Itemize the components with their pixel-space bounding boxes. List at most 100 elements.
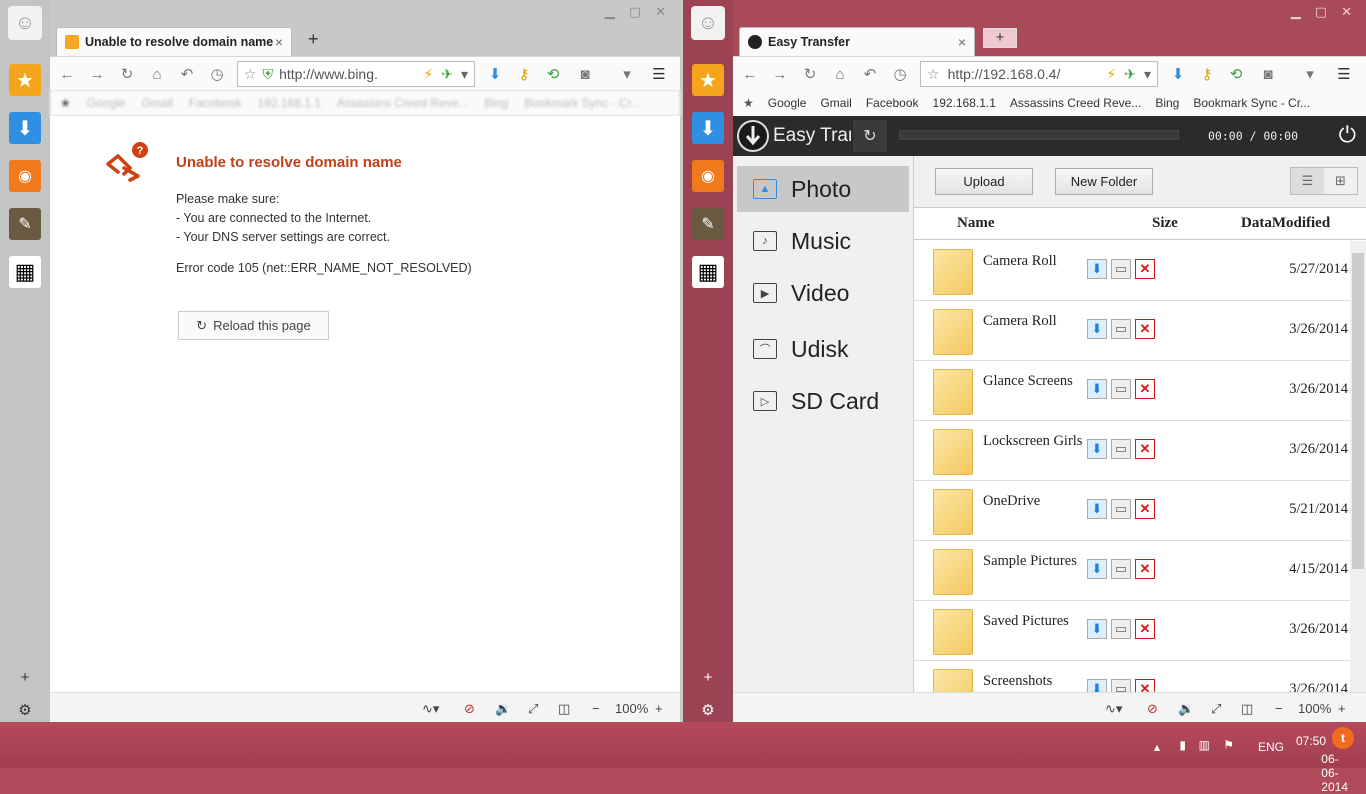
settings-gear-icon[interactable]: ⚙ [17,703,33,719]
column-size[interactable]: Size [1152,215,1178,232]
bookmark-item[interactable]: 192.168.1.1 [933,96,996,110]
file-name[interactable]: Sample Pictures [983,551,1083,571]
file-row[interactable]: Saved Pictures ⬇ ▭ ✕ 3/26/2014 [914,601,1350,661]
key-icon[interactable]: ⚷ [1198,66,1216,84]
bookmark-item[interactable]: Gmail [820,96,851,110]
add-icon[interactable]: + [700,670,716,686]
dropdown-icon[interactable]: ▾ [1144,66,1151,83]
delete-file-icon[interactable]: ✕ [1135,379,1155,399]
category-udisk[interactable]: ⌒ Udisk [737,326,909,372]
forward-icon[interactable]: → [88,66,106,84]
reload-page-button[interactable]: ↻ Reload this page [178,311,329,340]
address-bar[interactable]: ☆ http://192.168.0.4/ ⚡ ✈ ▾ [920,61,1158,87]
language-indicator[interactable]: ENG [1258,740,1284,754]
bookmark-item[interactable]: Bookmark Sync - Cr... [1193,96,1310,110]
bookmark-item[interactable]: 192.168.1.1 [258,96,321,110]
camera-icon[interactable]: ◙ [1259,66,1277,84]
bookmark-item[interactable]: Bookmark Sync - Cr... [524,96,641,110]
address-bar[interactable]: ☆ ⛨ http://www.bing. ⚡ ✈ ▾ [237,61,475,87]
network-icon[interactable]: ▥ [1199,738,1210,752]
bookmark-item[interactable]: Facebook [189,96,242,110]
fullscreen-icon[interactable]: ⤢ [1211,701,1221,717]
bookmark-star-icon[interactable]: ☆ [927,66,940,83]
activity-icon[interactable]: ∿▾ [1105,701,1122,717]
back-icon[interactable]: ← [741,66,759,84]
bookmark-item[interactable]: Google [768,96,807,110]
minimize-icon[interactable]: ▁ [605,4,615,20]
home-icon[interactable]: ⌂ [148,66,166,84]
new-tab-button[interactable]: + [308,29,319,50]
app-refresh-icon[interactable]: ↻ [853,120,887,152]
qr-code-icon[interactable]: ▦ [692,256,724,288]
tab-active[interactable]: Unable to resolve domain name × [56,27,292,56]
forward-icon[interactable]: → [771,66,789,84]
bookmark-item[interactable]: Facebook [866,96,919,110]
power-icon[interactable]: ⏻ [1339,122,1356,148]
rename-file-icon[interactable]: ▭ [1111,379,1131,399]
download-file-icon[interactable]: ⬇ [1087,499,1107,519]
rename-file-icon[interactable]: ▭ [1111,439,1131,459]
download-file-icon[interactable]: ⬇ [1087,679,1107,692]
maxthon-face-icon[interactable]: ☺ [8,6,42,40]
more-icon[interactable]: ▾ [1301,66,1319,84]
column-modified[interactable]: DataModified [1241,215,1330,232]
zoom-in-icon[interactable]: + [1338,701,1346,716]
bookmark-item[interactable]: Assassins Creed Reve... [337,96,468,110]
refresh-icon[interactable]: ↻ [801,66,819,84]
close-tab-icon[interactable]: × [275,34,283,50]
download-icon[interactable]: ⬇ [692,112,724,144]
favorites-star-icon[interactable]: ★ [9,64,41,96]
maximize-icon[interactable]: ▢ [629,4,641,20]
bookmark-star-icon[interactable]: ☆ [244,66,257,83]
bookmarks-star-icon[interactable]: ★ [60,96,71,110]
notes-icon[interactable]: ✎ [9,208,41,240]
rename-file-icon[interactable]: ▭ [1111,679,1131,692]
column-name[interactable]: Name [957,215,995,232]
file-row[interactable]: Lockscreen Girls ⬇ ▭ ✕ 3/26/2014 [914,421,1350,481]
bookmark-item[interactable]: Bing [1155,96,1179,110]
category-music[interactable]: ♪ Music [737,218,909,264]
bookmark-item[interactable]: Assassins Creed Reve... [1010,96,1141,110]
download-file-icon[interactable]: ⬇ [1087,379,1107,399]
upload-button[interactable]: Upload [935,168,1033,195]
split-view-icon[interactable]: ◫ [558,701,570,717]
history-icon[interactable]: ◷ [891,66,909,84]
dropdown-icon[interactable]: ▾ [461,66,468,83]
file-name[interactable]: OneDrive [983,491,1083,511]
rename-file-icon[interactable]: ▭ [1111,619,1131,639]
delete-file-icon[interactable]: ✕ [1135,259,1155,279]
battery-icon[interactable]: ▮ [1179,738,1186,752]
download-icon[interactable]: ⬇ [9,112,41,144]
pin-icon[interactable]: ✈ [441,66,453,83]
close-window-icon[interactable]: ✕ [1341,4,1352,20]
file-name[interactable]: Glance Screens [983,371,1083,391]
new-tab-button[interactable]: + [983,28,1017,48]
action-center-icon[interactable]: ⚑ [1223,738,1234,752]
rename-file-icon[interactable]: ▭ [1111,319,1131,339]
download-manager-icon[interactable]: ⬇ [486,66,504,84]
file-row[interactable]: Camera Roll ⬇ ▭ ✕ 3/26/2014 [914,301,1350,361]
delete-file-icon[interactable]: ✕ [1135,499,1155,519]
delete-file-icon[interactable]: ✕ [1135,439,1155,459]
adblock-icon[interactable]: ⊘ [1147,701,1158,717]
show-hidden-icons-icon[interactable]: ▴ [1154,740,1160,754]
file-name[interactable]: Saved Pictures [983,611,1083,631]
notes-icon[interactable]: ✎ [692,208,724,240]
menu-icon[interactable]: ☰ [1335,66,1353,84]
history-icon[interactable]: ◷ [208,66,226,84]
add-icon[interactable]: + [17,670,33,686]
bookmark-item[interactable]: Bing [484,96,508,110]
file-row[interactable]: Camera Roll ⬇ ▭ ✕ 5/27/2014 [914,241,1350,301]
sync-icon[interactable]: ⟲ [544,66,562,84]
maximize-icon[interactable]: ▢ [1315,4,1327,20]
file-name[interactable]: Camera Roll [983,311,1083,331]
favorites-star-icon[interactable]: ★ [692,64,724,96]
rss-icon[interactable]: ◉ [692,160,724,192]
sync-icon[interactable]: ⟲ [1227,66,1245,84]
delete-file-icon[interactable]: ✕ [1135,319,1155,339]
file-name[interactable]: Camera Roll [983,251,1083,271]
download-file-icon[interactable]: ⬇ [1087,619,1107,639]
key-icon[interactable]: ⚷ [515,66,533,84]
category-video[interactable]: ▶ Video [737,270,909,316]
bookmark-item[interactable]: Gmail [141,96,172,110]
